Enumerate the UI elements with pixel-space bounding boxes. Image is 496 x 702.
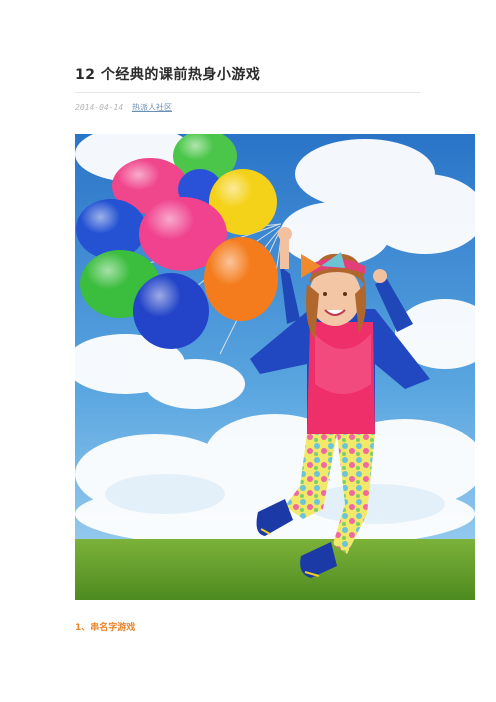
publish-date: 2014-04-14	[75, 103, 124, 112]
article-page: 12 个经典的课前热身小游戏 2014-04-14 热派人社区 1、串名字游戏	[0, 0, 496, 702]
source-link[interactable]: 热派人社区	[132, 103, 172, 112]
article-title: 12 个经典的课前热身小游戏	[75, 67, 261, 83]
article-meta: 2014-04-14 热派人社区	[75, 102, 172, 113]
title-divider	[75, 92, 420, 93]
girl-with-balloons-photo	[75, 134, 475, 600]
section-heading-1: 1、串名字游戏	[75, 623, 136, 633]
